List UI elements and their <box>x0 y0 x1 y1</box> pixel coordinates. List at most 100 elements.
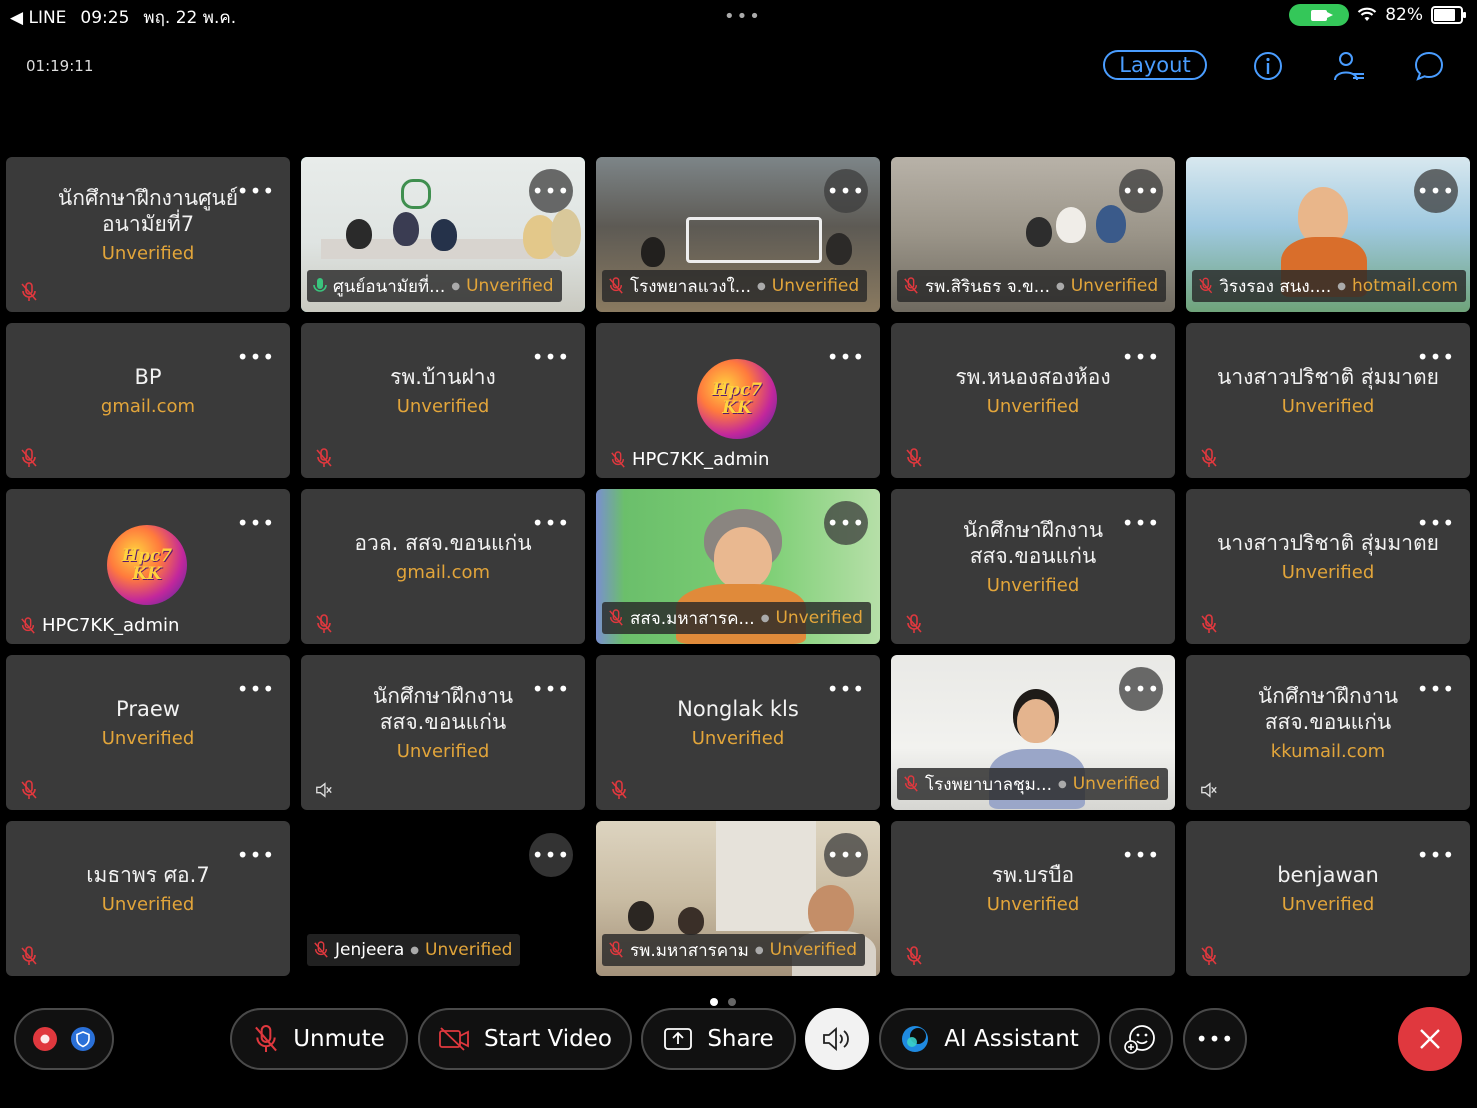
participant-name: นักศึกษาฝึกงาน สสจ.ขอนแก่น <box>962 518 1104 568</box>
participant-tile[interactable]: นางสาวปริชาติ สุ่มมาตย Unverified ••• <box>1186 489 1470 644</box>
participant-tile[interactable]: เมธาพร ศอ.7 Unverified ••• <box>6 821 290 976</box>
unmute-button[interactable]: Unmute <box>230 1008 408 1070</box>
participant-tile[interactable]: นักศึกษาฝึกงาน สสจ.ขอนแก่น Unverified ••• <box>891 489 1175 644</box>
start-video-label: Start Video <box>484 1026 612 1052</box>
tile-more-button[interactable]: ••• <box>1119 833 1163 877</box>
tile-more-button[interactable]: ••• <box>529 667 573 711</box>
participant-label: ศูนย์อนามัยที่... ● Unverified <box>307 270 562 302</box>
wifi-icon <box>1357 7 1377 21</box>
participant-label: โรงพยาลแวงใ... ● Unverified <box>602 270 868 302</box>
participant-video-tile[interactable]: ••• รพ.สิรินธร จ.ข... ● Unverified <box>891 157 1175 312</box>
mic-muted-icon <box>906 614 922 633</box>
end-call-button[interactable] <box>1398 1007 1462 1071</box>
mic-muted-icon <box>1201 448 1217 467</box>
participant-label: สสจ.มหาสารค... ● Unverified <box>602 602 871 634</box>
participant-tile[interactable]: Hpc7 KK ••• HPC7KK_admin <box>596 323 880 478</box>
participant-tile[interactable]: benjawan Unverified ••• <box>1186 821 1470 976</box>
tile-more-button[interactable]: ••• <box>824 335 868 379</box>
participant-label: รพ.สิรินธร จ.ข... ● Unverified <box>897 270 1167 302</box>
tile-more-button[interactable]: ••• <box>529 169 573 213</box>
tile-more-button[interactable]: ••• <box>824 501 868 545</box>
tile-more-button[interactable]: ••• <box>1119 169 1163 213</box>
participant-video-tile[interactable]: ••• โรงพยาบาลชุม... ● Unverified <box>891 655 1175 810</box>
participant-tile[interactable]: Hpc7 KK ••• HPC7KK_admin <box>6 489 290 644</box>
mic-muted-icon <box>21 616 35 634</box>
info-icon[interactable] <box>1252 50 1284 82</box>
participant-video-tile[interactable]: ••• สสจ.มหาสารค... ● Unverified <box>596 489 880 644</box>
multitask-dots-icon[interactable]: ••• <box>724 6 762 27</box>
participant-video-tile[interactable]: ••• โรงพยาลแวงใ... ● Unverified <box>596 157 880 312</box>
tile-more-button[interactable]: ••• <box>1119 501 1163 545</box>
tile-more-button[interactable]: ••• <box>234 169 278 213</box>
participant-video-tile[interactable]: ••• Jenjeera ● Unverified <box>301 821 585 976</box>
participant-name: HPC7KK_admin <box>42 615 180 636</box>
participant-tile[interactable]: นักศึกษาฝึกงาน สสจ.ขอนแก่น kkumail.com ••… <box>1186 655 1470 810</box>
page-indicator[interactable] <box>710 998 736 1006</box>
share-button[interactable]: Share <box>641 1008 796 1070</box>
mic-muted-icon <box>611 780 627 799</box>
security-status-button[interactable] <box>14 1008 114 1070</box>
tile-more-button[interactable]: ••• <box>1414 335 1458 379</box>
tile-more-button[interactable]: ••• <box>1414 833 1458 877</box>
ai-assistant-button[interactable]: AI Assistant <box>879 1008 1100 1070</box>
participant-tile[interactable]: รพ.บรบือ Unverified ••• <box>891 821 1175 976</box>
participant-status: Unverified <box>1070 276 1159 296</box>
reactions-button[interactable] <box>1109 1008 1173 1070</box>
camera-in-use-icon <box>1289 4 1350 26</box>
chat-icon[interactable] <box>1413 50 1445 82</box>
participant-name: benjawan <box>1277 863 1379 887</box>
mic-muted-icon <box>21 282 37 301</box>
participant-name: Praew <box>116 697 180 721</box>
back-to-app-link[interactable]: ◀ LINE <box>10 8 66 28</box>
tile-more-button[interactable]: ••• <box>529 833 573 877</box>
participant-name: โรงพยาลแวงใ... <box>630 276 752 297</box>
participant-status: gmail.com <box>100 396 196 417</box>
participant-tile[interactable]: นักศึกษาฝึกงาน สสจ.ขอนแก่น Unverified ••• <box>301 655 585 810</box>
tile-more-button[interactable]: ••• <box>824 169 868 213</box>
tile-more-button[interactable]: ••• <box>1119 667 1163 711</box>
tile-more-button[interactable]: ••• <box>1414 667 1458 711</box>
mic-muted-icon <box>904 277 918 294</box>
mic-active-icon <box>313 278 327 292</box>
participant-tile[interactable]: Nonglak kls Unverified ••• <box>596 655 880 810</box>
tile-more-button[interactable]: ••• <box>529 335 573 379</box>
tile-more-button[interactable]: ••• <box>234 667 278 711</box>
participant-status: Unverified <box>691 728 785 749</box>
layout-button[interactable]: Layout <box>1103 50 1207 80</box>
participant-tile[interactable]: Praew Unverified ••• <box>6 655 290 810</box>
participant-label: HPC7KK_admin <box>610 449 769 470</box>
participant-status: Unverified <box>396 741 490 762</box>
participant-status: gmail.com <box>395 562 491 583</box>
participant-video-tile[interactable]: ••• ศูนย์อนามัยที่... ● Unverified <box>301 157 585 312</box>
start-video-button[interactable]: Start Video <box>418 1008 632 1070</box>
mic-muted-icon <box>906 448 922 467</box>
audio-output-button[interactable] <box>805 1008 869 1070</box>
tile-more-button[interactable]: ••• <box>234 833 278 877</box>
tile-more-button[interactable]: ••• <box>824 667 868 711</box>
participant-video-tile[interactable]: ••• รพ.มหาสารคาม ● Unverified <box>596 821 880 976</box>
participant-label: โรงพยาบาลชุม... ● Unverified <box>897 768 1169 800</box>
more-options-button[interactable]: ••• <box>1183 1008 1247 1070</box>
participant-tile[interactable]: นักศึกษาฝึกงานศูนย์อนามัยที่7 Unverified … <box>6 157 290 312</box>
tile-more-button[interactable]: ••• <box>234 501 278 545</box>
participant-name: เมธาพร ศอ.7 <box>86 863 210 887</box>
tile-more-button[interactable]: ••• <box>1414 169 1458 213</box>
participant-status: hotmail.com <box>1352 276 1458 296</box>
tile-more-button[interactable]: ••• <box>1414 501 1458 545</box>
tile-more-button[interactable]: ••• <box>234 335 278 379</box>
close-icon <box>1420 1029 1440 1049</box>
tile-more-button[interactable]: ••• <box>1119 335 1163 379</box>
participant-video-tile[interactable]: ••• วิรงรอง สนง.... ● hotmail.com <box>1186 157 1470 312</box>
participant-tile[interactable]: รพ.บ้านฝาง Unverified ••• <box>301 323 585 478</box>
participant-tile[interactable]: นางสาวปริชาติ สุ่มมาตย Unverified ••• <box>1186 323 1470 478</box>
participant-status: Unverified <box>1281 396 1375 417</box>
participants-icon[interactable] <box>1333 50 1365 82</box>
tile-more-button[interactable]: ••• <box>529 501 573 545</box>
participant-tile[interactable]: รพ.หนองสองห้อง Unverified ••• <box>891 323 1175 478</box>
date: พฤ. 22 พ.ค. <box>143 8 237 28</box>
mic-muted-icon <box>255 1024 278 1052</box>
participant-tile[interactable]: BP gmail.com ••• <box>6 323 290 478</box>
participant-tile[interactable]: อวล. สสจ.ขอนแก่น gmail.com ••• <box>301 489 585 644</box>
avatar: Hpc7 KK <box>107 525 187 605</box>
tile-more-button[interactable]: ••• <box>824 833 868 877</box>
